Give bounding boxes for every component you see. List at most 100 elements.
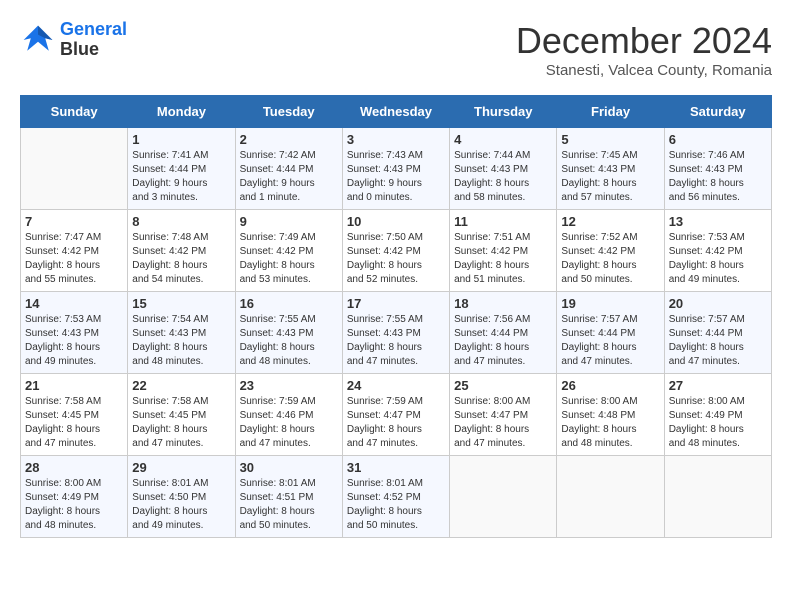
calendar-body: 1Sunrise: 7:41 AM Sunset: 4:44 PM Daylig… [21,128,772,538]
day-number: 6 [669,132,767,147]
calendar-cell: 18 Sunrise: 7:56 AM Sunset: 4:44 PM Dayli… [450,292,557,374]
calendar-header: SundayMondayTuesdayWednesdayThursdayFrid… [21,96,772,128]
day-info: Sunrise: 8:01 AM Sunset: 4:50 PM Dayligh… [132,477,230,533]
day-info: Sunrise: 7:56 AM Sunset: 4:44 PM Dayligh… [454,313,552,369]
day-info: Sunrise: 7:59 AM Sunset: 4:46 PM Dayligh… [240,395,338,451]
day-number: 2 [240,132,338,147]
calendar-week-3: 21 Sunrise: 7:58 AM Sunset: 4:45 PM Dayli… [21,374,772,456]
calendar-cell: 11 Sunrise: 7:51 AM Sunset: 4:42 PM Dayli… [450,210,557,292]
day-info: Sunrise: 8:01 AM Sunset: 4:51 PM Dayligh… [240,477,338,533]
calendar-cell: 8Sunrise: 7:48 AM Sunset: 4:42 PM Daylig… [128,210,235,292]
calendar-cell: 23 Sunrise: 7:59 AM Sunset: 4:46 PM Dayli… [235,374,342,456]
header-cell-monday: Monday [128,96,235,128]
calendar-cell: 12Sunrise: 7:52 AM Sunset: 4:42 PM Dayli… [557,210,664,292]
calendar-cell: 7Sunrise: 7:47 AM Sunset: 4:42 PM Daylig… [21,210,128,292]
day-info: Sunrise: 7:57 AM Sunset: 4:44 PM Dayligh… [561,313,659,369]
day-info: Sunrise: 8:00 AM Sunset: 4:48 PM Dayligh… [561,395,659,451]
day-info: Sunrise: 7:55 AM Sunset: 4:43 PM Dayligh… [240,313,338,369]
day-number: 4 [454,132,552,147]
day-info: Sunrise: 7:45 AM Sunset: 4:43 PM Dayligh… [561,149,659,205]
calendar-week-4: 28 Sunrise: 8:00 AM Sunset: 4:49 PM Dayli… [21,456,772,538]
logo: General Blue [20,20,127,60]
calendar-cell [664,456,771,538]
day-number: 14 [25,296,123,311]
calendar-cell: 25 Sunrise: 8:00 AM Sunset: 4:47 PM Dayli… [450,374,557,456]
day-info: Sunrise: 7:47 AM Sunset: 4:42 PM Dayligh… [25,231,123,287]
day-info: Sunrise: 7:54 AM Sunset: 4:43 PM Dayligh… [132,313,230,369]
calendar-title: December 2024 [516,20,772,62]
calendar-cell: 2 Sunrise: 7:42 AM Sunset: 4:44 PM Daylig… [235,128,342,210]
day-number: 3 [347,132,445,147]
title-section: December 2024 Stanesti, Valcea County, R… [516,20,772,79]
day-info: Sunrise: 7:53 AM Sunset: 4:43 PM Dayligh… [25,313,123,369]
logo-text: General [60,20,127,40]
day-info: Sunrise: 7:52 AM Sunset: 4:42 PM Dayligh… [561,231,659,287]
day-number: 23 [240,378,338,393]
day-number: 5 [561,132,659,147]
header-cell-saturday: Saturday [664,96,771,128]
day-info: Sunrise: 7:51 AM Sunset: 4:42 PM Dayligh… [454,231,552,287]
logo-text2: Blue [60,40,127,60]
header-cell-thursday: Thursday [450,96,557,128]
header: General Blue December 2024 Stanesti, Val… [20,20,772,79]
calendar-cell: 22 Sunrise: 7:58 AM Sunset: 4:45 PM Dayli… [128,374,235,456]
header-cell-wednesday: Wednesday [342,96,449,128]
day-number: 1 [132,132,230,147]
calendar-cell: 29 Sunrise: 8:01 AM Sunset: 4:50 PM Dayli… [128,456,235,538]
day-info: Sunrise: 7:50 AM Sunset: 4:42 PM Dayligh… [347,231,445,287]
day-number: 26 [561,378,659,393]
day-number: 13 [669,214,767,229]
day-info: Sunrise: 8:00 AM Sunset: 4:49 PM Dayligh… [669,395,767,451]
header-cell-friday: Friday [557,96,664,128]
calendar-cell: 6Sunrise: 7:46 AM Sunset: 4:43 PM Daylig… [664,128,771,210]
day-number: 28 [25,460,123,475]
day-number: 21 [25,378,123,393]
calendar-subtitle: Stanesti, Valcea County, Romania [516,62,772,79]
day-info: Sunrise: 8:00 AM Sunset: 4:47 PM Dayligh… [454,395,552,451]
calendar-cell: 17 Sunrise: 7:55 AM Sunset: 4:43 PM Dayli… [342,292,449,374]
day-info: Sunrise: 8:00 AM Sunset: 4:49 PM Dayligh… [25,477,123,533]
day-info: Sunrise: 7:42 AM Sunset: 4:44 PM Dayligh… [240,149,338,205]
calendar-cell: 14 Sunrise: 7:53 AM Sunset: 4:43 PM Dayli… [21,292,128,374]
day-info: Sunrise: 7:57 AM Sunset: 4:44 PM Dayligh… [669,313,767,369]
day-number: 9 [240,214,338,229]
day-number: 19 [561,296,659,311]
day-info: Sunrise: 8:01 AM Sunset: 4:52 PM Dayligh… [347,477,445,533]
calendar-cell [450,456,557,538]
day-info: Sunrise: 7:43 AM Sunset: 4:43 PM Dayligh… [347,149,445,205]
calendar-cell: 19 Sunrise: 7:57 AM Sunset: 4:44 PM Dayli… [557,292,664,374]
calendar-cell: 31 Sunrise: 8:01 AM Sunset: 4:52 PM Dayli… [342,456,449,538]
day-info: Sunrise: 7:59 AM Sunset: 4:47 PM Dayligh… [347,395,445,451]
day-number: 15 [132,296,230,311]
calendar-cell: 30 Sunrise: 8:01 AM Sunset: 4:51 PM Dayli… [235,456,342,538]
calendar-cell: 13 Sunrise: 7:53 AM Sunset: 4:42 PM Dayli… [664,210,771,292]
calendar-week-0: 1Sunrise: 7:41 AM Sunset: 4:44 PM Daylig… [21,128,772,210]
calendar-cell: 3 Sunrise: 7:43 AM Sunset: 4:43 PM Daylig… [342,128,449,210]
day-number: 24 [347,378,445,393]
day-number: 10 [347,214,445,229]
day-number: 11 [454,214,552,229]
day-number: 29 [132,460,230,475]
day-number: 31 [347,460,445,475]
day-info: Sunrise: 7:58 AM Sunset: 4:45 PM Dayligh… [25,395,123,451]
calendar-table: SundayMondayTuesdayWednesdayThursdayFrid… [20,95,772,538]
calendar-cell: 4Sunrise: 7:44 AM Sunset: 4:43 PM Daylig… [450,128,557,210]
calendar-cell: 15 Sunrise: 7:54 AM Sunset: 4:43 PM Dayli… [128,292,235,374]
calendar-week-1: 7Sunrise: 7:47 AM Sunset: 4:42 PM Daylig… [21,210,772,292]
day-number: 18 [454,296,552,311]
day-info: Sunrise: 7:48 AM Sunset: 4:42 PM Dayligh… [132,231,230,287]
header-cell-tuesday: Tuesday [235,96,342,128]
calendar-cell: 10 Sunrise: 7:50 AM Sunset: 4:42 PM Dayli… [342,210,449,292]
day-number: 17 [347,296,445,311]
day-info: Sunrise: 7:58 AM Sunset: 4:45 PM Dayligh… [132,395,230,451]
day-number: 25 [454,378,552,393]
day-number: 22 [132,378,230,393]
day-info: Sunrise: 7:55 AM Sunset: 4:43 PM Dayligh… [347,313,445,369]
calendar-week-2: 14 Sunrise: 7:53 AM Sunset: 4:43 PM Dayli… [21,292,772,374]
day-number: 27 [669,378,767,393]
day-info: Sunrise: 7:53 AM Sunset: 4:42 PM Dayligh… [669,231,767,287]
calendar-cell: 9Sunrise: 7:49 AM Sunset: 4:42 PM Daylig… [235,210,342,292]
day-number: 30 [240,460,338,475]
calendar-cell: 27 Sunrise: 8:00 AM Sunset: 4:49 PM Dayli… [664,374,771,456]
calendar-cell: 1Sunrise: 7:41 AM Sunset: 4:44 PM Daylig… [128,128,235,210]
